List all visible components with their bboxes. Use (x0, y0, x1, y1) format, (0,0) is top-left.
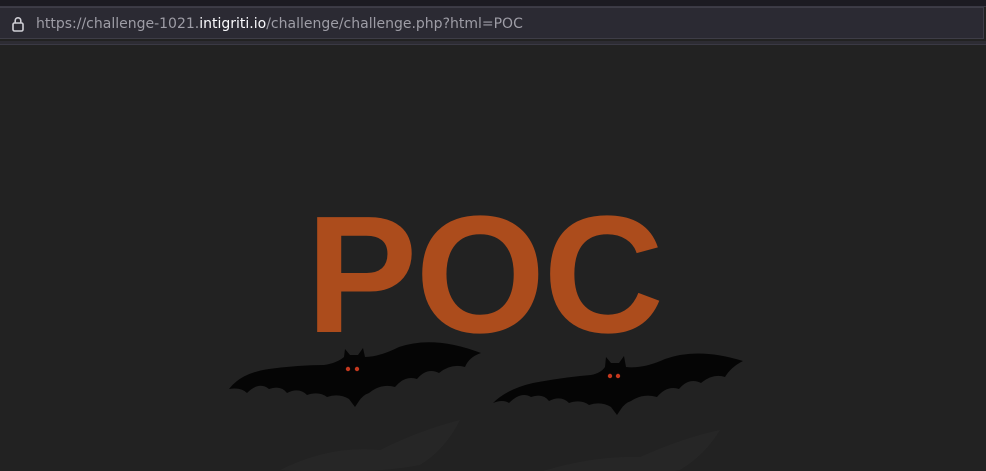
lock-icon[interactable] (11, 16, 25, 32)
page-content: POC (0, 45, 986, 471)
bat-shadow-left (280, 420, 460, 471)
bat-icon (229, 342, 481, 407)
injected-poc-text: POC (306, 182, 664, 368)
address-bar[interactable]: https://challenge-1021.intigriti.io/chal… (0, 7, 984, 39)
url-host: intigriti.io (199, 16, 267, 32)
url-prefix: https://challenge-1021. (36, 16, 200, 32)
url-path: /challenge/challenge.php?html=POC (266, 16, 523, 32)
url-text[interactable]: https://challenge-1021.intigriti.io/chal… (36, 15, 523, 33)
bat-shadow-right (542, 430, 720, 471)
browser-top-strip (0, 0, 986, 7)
bat-icon (493, 353, 743, 415)
